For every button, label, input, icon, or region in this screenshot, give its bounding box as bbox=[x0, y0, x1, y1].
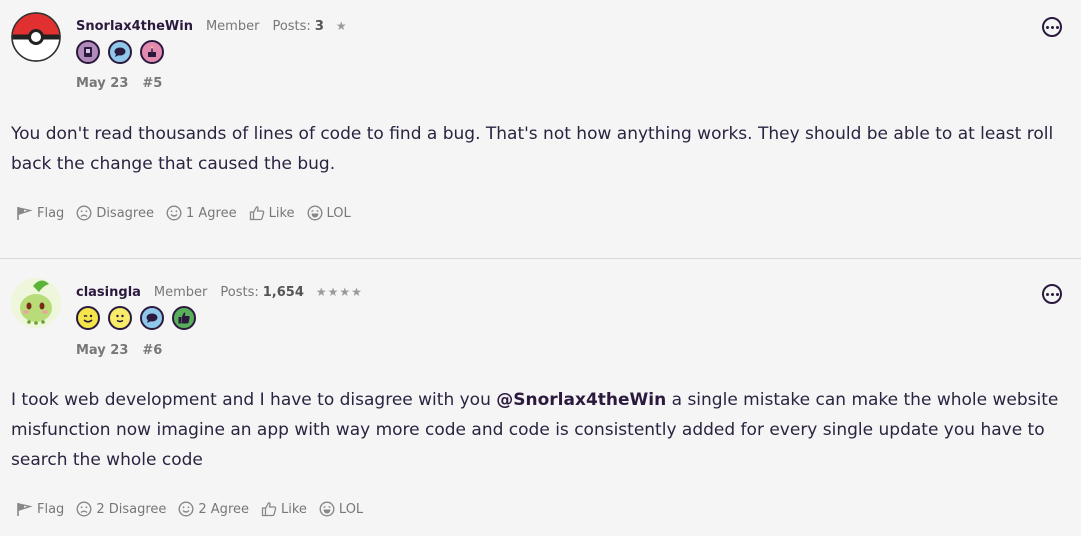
laugh-icon bbox=[307, 205, 323, 221]
like-button[interactable]: Like bbox=[261, 501, 307, 517]
rank-stars: ★ bbox=[335, 19, 348, 33]
posts-count: 3 bbox=[314, 18, 324, 34]
options-menu-button[interactable] bbox=[1042, 17, 1062, 37]
badge-list bbox=[76, 306, 196, 330]
flag-icon bbox=[17, 206, 33, 220]
post-body: I took web development and I have to dis… bbox=[11, 385, 1066, 475]
dot-icon bbox=[1050, 25, 1054, 29]
lol-label: LOL bbox=[338, 501, 364, 517]
comment-post: clasingla Member Posts: 1,654 ★★★★ May 2… bbox=[0, 258, 1081, 536]
dot-icon bbox=[1055, 25, 1059, 29]
user-role: Member bbox=[153, 284, 208, 300]
frown-icon bbox=[76, 205, 92, 221]
reaction-bar: Flag 2 Disagree 2 Agree Like LOL bbox=[16, 501, 363, 517]
lol-label: LOL bbox=[326, 205, 351, 221]
disagree-label: 2 Disagree bbox=[96, 501, 167, 517]
cake-badge-icon[interactable] bbox=[140, 40, 164, 64]
disagree-label: Disagree bbox=[96, 205, 154, 221]
flag-icon bbox=[17, 502, 33, 516]
author-meta: clasingla Member Posts: 1,654 ★★★★ bbox=[76, 282, 363, 302]
flag-button[interactable]: Flag bbox=[16, 205, 64, 221]
posts-count: 1,654 bbox=[262, 284, 304, 300]
agree-button[interactable]: 2 Agree bbox=[178, 501, 249, 517]
discussion-thread: Snorlax4theWin Member Posts: 3 ★ May 23 … bbox=[0, 0, 1081, 536]
post-number[interactable]: #6 bbox=[142, 343, 162, 358]
comment-badge-icon[interactable] bbox=[108, 40, 132, 64]
post-body: You don't read thousands of lines of cod… bbox=[11, 124, 1054, 174]
post-number[interactable]: #5 bbox=[142, 76, 162, 91]
thumbs-up-badge-icon[interactable] bbox=[172, 306, 196, 330]
post-text-before: I took web development and I have to dis… bbox=[11, 390, 497, 410]
disagree-button[interactable]: Disagree bbox=[76, 205, 154, 221]
username-link[interactable]: Snorlax4theWin bbox=[76, 19, 193, 34]
avatar[interactable] bbox=[11, 12, 61, 62]
user-mention-link[interactable]: @Snorlax4theWin bbox=[496, 390, 666, 410]
comment-post: Snorlax4theWin Member Posts: 3 ★ May 23 … bbox=[0, 0, 1081, 258]
disagree-button[interactable]: 2 Disagree bbox=[76, 501, 166, 517]
smile-icon bbox=[178, 501, 194, 517]
like-label: Like bbox=[281, 501, 307, 517]
flag-label: Flag bbox=[37, 501, 65, 517]
agree-label: 1 Agree bbox=[185, 205, 237, 221]
laugh-icon bbox=[319, 501, 335, 517]
post-date[interactable]: May 23 bbox=[76, 76, 128, 91]
flag-label: Flag bbox=[37, 205, 65, 221]
posts-label: Posts: bbox=[272, 18, 311, 34]
like-label: Like bbox=[268, 205, 295, 221]
pokeball-icon bbox=[11, 12, 61, 62]
lol-button[interactable]: LOL bbox=[307, 205, 351, 221]
thumbs-up-icon bbox=[249, 206, 264, 221]
post-meta: May 23 #6 bbox=[76, 343, 162, 358]
lol-button[interactable]: LOL bbox=[319, 501, 363, 517]
thumbs-up-icon bbox=[261, 502, 277, 517]
username-link[interactable]: clasingla bbox=[76, 285, 141, 300]
post-date[interactable]: May 23 bbox=[76, 343, 128, 358]
chikorita-avatar-icon bbox=[11, 278, 61, 328]
user-role: Member bbox=[205, 18, 260, 34]
post-meta: May 23 #5 bbox=[76, 76, 162, 91]
smile-icon bbox=[166, 205, 182, 221]
comment-badge-icon[interactable] bbox=[140, 306, 164, 330]
agree-label: 2 Agree bbox=[198, 501, 249, 517]
notebook-badge-icon[interactable] bbox=[76, 40, 100, 64]
rank-stars: ★★★★ bbox=[315, 285, 363, 299]
dot-icon bbox=[1045, 292, 1049, 296]
options-menu-button[interactable] bbox=[1042, 284, 1062, 304]
agree-button[interactable]: 1 Agree bbox=[166, 205, 237, 221]
posts-label: Posts: bbox=[220, 284, 259, 300]
dot-icon bbox=[1055, 292, 1059, 296]
dot-icon bbox=[1045, 25, 1049, 29]
frown-icon bbox=[76, 501, 92, 517]
wink-badge-icon[interactable] bbox=[76, 306, 100, 330]
like-button[interactable]: Like bbox=[249, 205, 295, 221]
badge-list bbox=[76, 40, 164, 64]
reaction-bar: Flag Disagree 1 Agree Like LOL bbox=[16, 205, 351, 221]
flag-button[interactable]: Flag bbox=[16, 501, 64, 517]
author-meta: Snorlax4theWin Member Posts: 3 ★ bbox=[76, 16, 348, 36]
smile-badge-icon[interactable] bbox=[108, 306, 132, 330]
avatar[interactable] bbox=[11, 278, 61, 328]
dot-icon bbox=[1050, 292, 1054, 296]
